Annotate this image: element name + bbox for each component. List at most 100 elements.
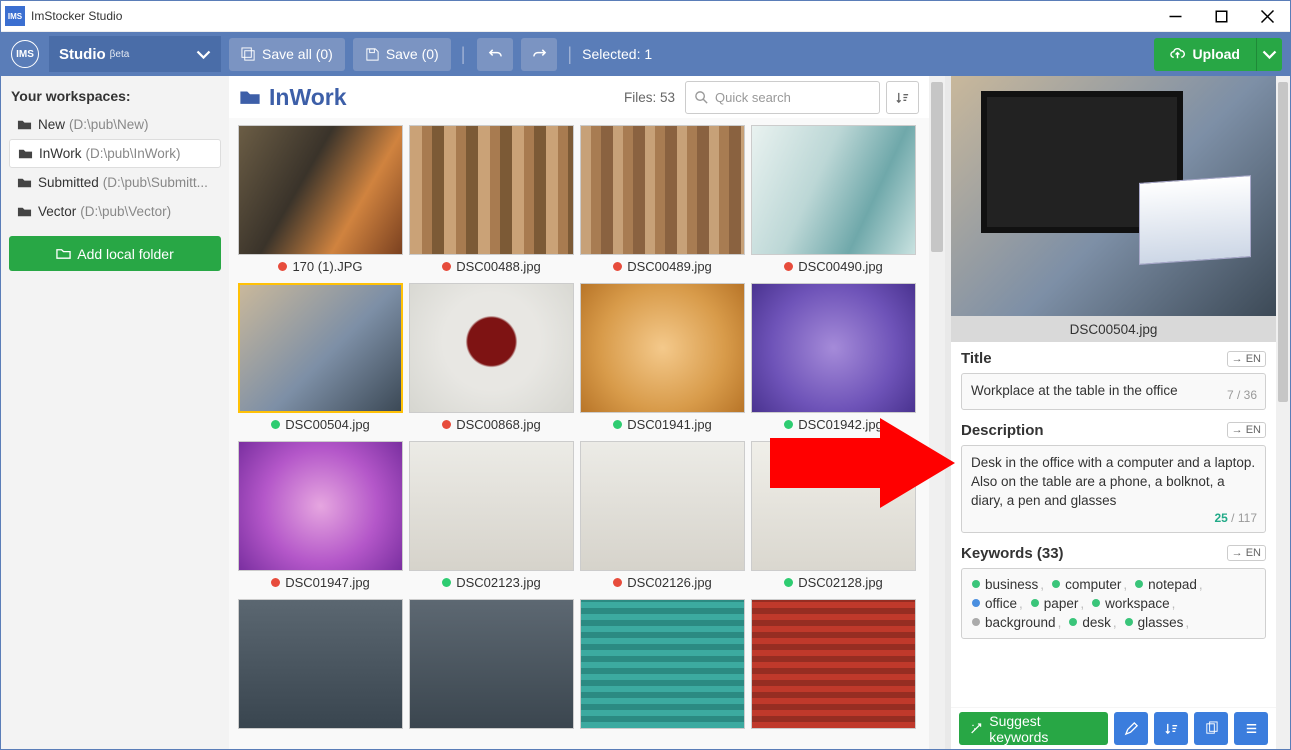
keyword-tag[interactable]: glasses xyxy=(1121,613,1194,632)
thumbnail-filename: DSC01947.jpg xyxy=(285,575,370,590)
sidebar-item-path: (D:\pub\Vector) xyxy=(80,204,171,219)
keyword-tag[interactable]: business xyxy=(968,575,1048,594)
save-icon xyxy=(365,47,380,62)
title-lang-button[interactable]: → EN xyxy=(1227,351,1266,367)
sidebar-item-label: Vector xyxy=(38,204,76,219)
edit-keywords-button[interactable] xyxy=(1114,712,1148,745)
redo-icon xyxy=(532,47,547,62)
folder-icon xyxy=(17,117,32,132)
detail-scrollbar[interactable] xyxy=(1276,76,1290,749)
thumbnail-filename: DSC00488.jpg xyxy=(456,259,541,274)
title-input[interactable]: Workplace at the table in the office 7 /… xyxy=(961,373,1266,410)
thumbnail-image xyxy=(580,125,745,255)
description-section-label: Description xyxy=(961,422,1044,439)
folder-plus-icon xyxy=(56,246,71,261)
keyword-tag[interactable]: desk xyxy=(1065,613,1120,632)
thumbnail-filename: DSC00868.jpg xyxy=(456,417,541,432)
upload-dropdown-button[interactable] xyxy=(1256,38,1282,71)
status-dot-icon xyxy=(613,262,622,271)
thumbnail-card[interactable]: DSC00504.jpg xyxy=(238,283,403,435)
thumbnail-image xyxy=(751,441,916,571)
toolbar-separator: | xyxy=(461,44,466,65)
toolbar-separator: | xyxy=(567,44,572,65)
undo-button[interactable] xyxy=(477,38,513,71)
keyword-tag[interactable]: workspace xyxy=(1088,594,1179,613)
cloud-upload-icon xyxy=(1170,47,1185,62)
description-lang-button[interactable]: → EN xyxy=(1227,422,1266,438)
menu-icon xyxy=(1244,721,1259,736)
sidebar-item-label: InWork xyxy=(39,146,82,161)
redo-button[interactable] xyxy=(521,38,557,71)
status-dot-icon xyxy=(784,578,793,587)
thumbnail-card[interactable]: DSC00490.jpg xyxy=(751,125,916,277)
keyword-tag[interactable]: paper xyxy=(1027,594,1088,613)
thumbnail-card[interactable]: DSC01942.jpg xyxy=(751,283,916,435)
thumbnail-card[interactable] xyxy=(580,599,745,749)
window-close-button[interactable] xyxy=(1244,1,1290,32)
thumbnail-caption: DSC00488.jpg xyxy=(409,255,574,277)
sidebar-item-path: (D:\pub\InWork) xyxy=(86,146,181,161)
keywords-box[interactable]: businesscomputer notepad office paper worksp… xyxy=(961,568,1266,639)
keyword-dot-icon xyxy=(972,618,980,626)
sidebar-item-new[interactable]: New (D:\pub\New) xyxy=(9,110,221,139)
keyword-tag[interactable]: notepad xyxy=(1131,575,1207,594)
keyword-tag[interactable]: office xyxy=(968,594,1027,613)
save-all-button[interactable]: Save all (0) xyxy=(229,38,345,71)
status-dot-icon xyxy=(442,420,451,429)
copy-keywords-button[interactable] xyxy=(1194,712,1228,745)
thumbnail-filename: DSC00489.jpg xyxy=(627,259,712,274)
thumbnail-image xyxy=(238,599,403,729)
description-input[interactable]: Desk in the office with a computer and a… xyxy=(961,445,1266,533)
keyword-tag[interactable]: computer xyxy=(1048,575,1131,594)
thumbnail-card[interactable]: DSC02128.jpg xyxy=(751,441,916,593)
thumbnail-image xyxy=(580,283,745,413)
thumbnail-card[interactable] xyxy=(751,599,916,749)
search-input[interactable]: Quick search xyxy=(685,81,880,114)
keyword-text: background xyxy=(985,615,1056,630)
keyword-dot-icon xyxy=(1092,599,1100,607)
keyword-text: paper xyxy=(1044,596,1079,611)
gallery-scrollbar[interactable] xyxy=(929,76,945,749)
suggest-keywords-button[interactable]: Suggest keywords xyxy=(959,712,1108,745)
sort-button[interactable] xyxy=(886,81,919,114)
thumbnail-image xyxy=(580,599,745,729)
window-minimize-button[interactable] xyxy=(1152,1,1198,32)
sidebar-item-vector[interactable]: Vector (D:\pub\Vector) xyxy=(9,197,221,226)
keyword-tag[interactable]: background xyxy=(968,613,1065,632)
thumbnail-card[interactable]: DSC00488.jpg xyxy=(409,125,574,277)
thumbnail-card[interactable]: DSC01947.jpg xyxy=(238,441,403,593)
thumbnail-card[interactable]: DSC02123.jpg xyxy=(409,441,574,593)
add-local-folder-button[interactable]: Add local folder xyxy=(9,236,221,271)
thumbnail-card[interactable]: DSC01941.jpg xyxy=(580,283,745,435)
sidebar-item-inwork[interactable]: InWork (D:\pub\InWork) xyxy=(9,139,221,168)
sort-keywords-button[interactable] xyxy=(1154,712,1188,745)
keywords-menu-button[interactable] xyxy=(1234,712,1268,745)
upload-button[interactable]: Upload xyxy=(1154,38,1256,71)
title-value: Workplace at the table in the office xyxy=(971,383,1178,398)
thumbnail-filename: DSC00504.jpg xyxy=(285,417,370,432)
workspace-selector[interactable]: Studio βeta xyxy=(49,36,221,72)
keyword-text: desk xyxy=(1082,615,1111,630)
detail-panel: DSC00504.jpg Title → EN Workplace at the… xyxy=(951,76,1276,749)
sidebar-item-submitted[interactable]: Submitted (D:\pub\Submitt... xyxy=(9,168,221,197)
save-button[interactable]: Save (0) xyxy=(353,38,451,71)
thumbnail-card[interactable]: 170 (1).JPG xyxy=(238,125,403,277)
folder-icon xyxy=(18,146,33,161)
file-count-label: Files: 53 xyxy=(624,90,675,105)
thumbnail-card[interactable] xyxy=(409,599,574,749)
status-dot-icon xyxy=(784,420,793,429)
save-all-icon xyxy=(241,47,256,62)
sort-icon xyxy=(1164,721,1179,736)
studio-label: Studio xyxy=(59,46,106,63)
thumbnail-card[interactable]: DSC02126.jpg xyxy=(580,441,745,593)
thumbnail-card[interactable]: DSC00868.jpg xyxy=(409,283,574,435)
keywords-lang-button[interactable]: → EN xyxy=(1227,545,1266,561)
sidebar-item-path: (D:\pub\New) xyxy=(69,117,149,132)
keyword-text: office xyxy=(985,596,1017,611)
keyword-text: notepad xyxy=(1148,577,1197,592)
window-maximize-button[interactable] xyxy=(1198,1,1244,32)
thumbnail-card[interactable]: DSC00489.jpg xyxy=(580,125,745,277)
thumbnail-card[interactable] xyxy=(238,599,403,749)
detail-footer: Suggest keywords xyxy=(951,707,1276,749)
folder-name: InWork xyxy=(269,84,347,111)
